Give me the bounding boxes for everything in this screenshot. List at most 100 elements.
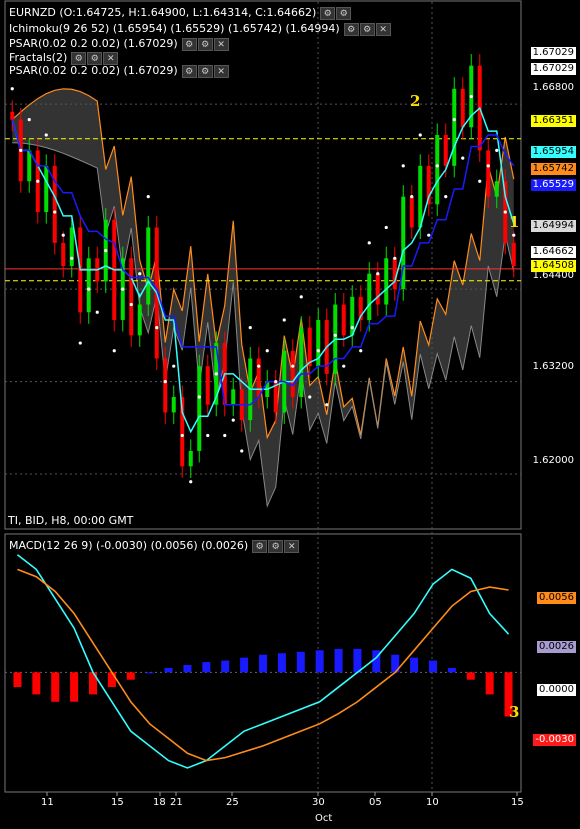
macd-hist-bar-15 [296, 651, 305, 673]
x-tick-25: 25 [226, 797, 239, 808]
psar-dot-57 [495, 148, 499, 153]
macd-label-osma: 0.0026 [537, 641, 576, 653]
settings-icon[interactable]: ⚙ [268, 539, 284, 553]
candle-body-0 [10, 111, 15, 120]
psar-dot-16 [146, 195, 150, 199]
price-label-span-a: 1.65742 [530, 163, 576, 175]
x-month-label: Oct [315, 813, 333, 824]
psar-dot-21 [189, 480, 193, 484]
macd-hist-bar-22 [429, 660, 437, 673]
psar-dot-5 [53, 210, 57, 214]
macd-hist-bar-9 [183, 665, 192, 673]
macd-hist-bar-18 [353, 648, 362, 673]
close-icon[interactable]: ✕ [213, 37, 229, 51]
candle-body-56 [486, 150, 491, 197]
price-tick-4: 1.62000 [532, 455, 574, 466]
x-tick-11: 11 [41, 797, 54, 808]
psar-dot-28 [248, 326, 252, 330]
psar-dot-20 [180, 433, 184, 438]
macd-hist-bar-8 [164, 667, 173, 673]
macd-label-signal: 0.0056 [537, 592, 576, 604]
macd-hist-bar-7 [145, 672, 154, 674]
psar-dot-37 [325, 403, 329, 407]
gear-icon[interactable]: ⚙ [320, 6, 336, 20]
legend-text-ichimoku: Ichimoku(9 26 52) (1.65954) (1.65529) (1… [9, 22, 340, 35]
psar-dot-44 [384, 225, 388, 230]
candle-body-59 [511, 242, 516, 266]
psar-dot-49 [427, 233, 431, 237]
candle-body-16 [146, 227, 151, 305]
x-tick-30: 30 [312, 797, 325, 808]
price-tick-1: 1.66800 [532, 82, 574, 93]
psar-dot-19 [172, 364, 176, 368]
x-tick-05: 05 [369, 797, 382, 808]
candle-body-40 [350, 296, 355, 336]
settings-icon[interactable]: ⚙ [197, 37, 213, 51]
gear-icon[interactable]: ⚙ [71, 51, 87, 65]
psar-dot-56 [486, 164, 490, 168]
price-label-psar-1: 1.67029 [530, 47, 576, 59]
psar-dot-36 [316, 349, 320, 353]
candle-body-2 [27, 150, 32, 182]
psar-dot-22 [197, 395, 201, 399]
gear-icon[interactable]: ⚙ [343, 22, 359, 36]
x-tick-18: 18 [153, 797, 166, 808]
candle-body-23 [205, 366, 210, 405]
candle-body-51 [443, 135, 448, 166]
psar-dot-52 [452, 117, 456, 122]
candle-body-6 [61, 242, 66, 266]
psar-dot-50 [435, 164, 439, 168]
psar-dot-11 [104, 248, 108, 253]
psar-dot-39 [342, 364, 346, 368]
candle-body-18 [163, 358, 168, 413]
price-label-psar-2: 1.67029 [530, 63, 576, 75]
settings-icon[interactable]: ⚙ [87, 51, 103, 65]
candle-body-14 [129, 258, 134, 336]
psar-dot-43 [376, 272, 380, 276]
macd-hist-bar-2 [51, 672, 60, 702]
legend-text-psar-2: PSAR(0.02 0.2 0.02) (1.67029) [9, 64, 178, 77]
gear-icon[interactable]: ⚙ [181, 64, 197, 78]
close-icon[interactable]: ✕ [213, 64, 229, 78]
price-label-kijun: 1.65529 [530, 179, 576, 191]
psar-dot-6 [61, 233, 65, 237]
price-label-span-b: 1.64994 [530, 220, 576, 232]
candle-body-26 [231, 389, 236, 405]
annotation-3: 3 [509, 703, 520, 721]
price-label-tenkan: 1.65954 [530, 146, 576, 158]
candle-body-22 [197, 366, 202, 451]
legend-text-macd: MACD(12 26 9) (-0.0030) (0.0056) (0.0026… [9, 539, 249, 552]
psar-dot-33 [291, 364, 295, 368]
candle-body-47 [409, 196, 414, 228]
settings-icon[interactable]: ⚙ [197, 64, 213, 78]
psar-dot-2 [27, 117, 31, 122]
close-icon[interactable]: ✕ [284, 539, 300, 553]
psar-dot-42 [367, 241, 371, 245]
psar-dot-24 [214, 372, 218, 376]
psar-dot-47 [410, 195, 414, 199]
gear-icon[interactable]: ⚙ [252, 539, 268, 553]
candle-body-21 [188, 450, 193, 467]
close-icon[interactable]: ✕ [375, 22, 391, 36]
settings-icon[interactable]: ⚙ [359, 22, 375, 36]
psar-dot-34 [299, 295, 303, 299]
legend-row-ichimoku: Ichimoku(9 26 52) (1.65954) (1.65529) (1… [9, 22, 391, 36]
candle-body-4 [44, 165, 49, 213]
settings-icon[interactable]: ⚙ [336, 6, 352, 20]
legend-text-psar-1: PSAR(0.02 0.2 0.02) (1.67029) [9, 37, 178, 50]
macd-hist-bar-10 [202, 662, 211, 673]
macd-hist-bar-3 [70, 672, 79, 702]
close-icon[interactable]: ✕ [103, 51, 119, 65]
gear-icon[interactable]: ⚙ [181, 37, 197, 51]
candle-body-39 [341, 304, 346, 336]
legend-row-macd: MACD(12 26 9) (-0.0030) (0.0056) (0.0026… [9, 539, 300, 553]
candle-body-33 [290, 350, 295, 397]
legend-text-symbol: EURNZD (O:1.64725, H:1.64900, L:1.64314,… [9, 6, 317, 19]
psar-dot-55 [478, 179, 482, 183]
annotation-1: 1 [509, 213, 520, 231]
psar-dot-14 [129, 302, 133, 307]
macd-hist-bar-14 [277, 653, 286, 673]
annotation-2: 2 [410, 92, 421, 110]
psar-dot-4 [44, 133, 48, 137]
trading-chart[interactable] [0, 0, 580, 829]
